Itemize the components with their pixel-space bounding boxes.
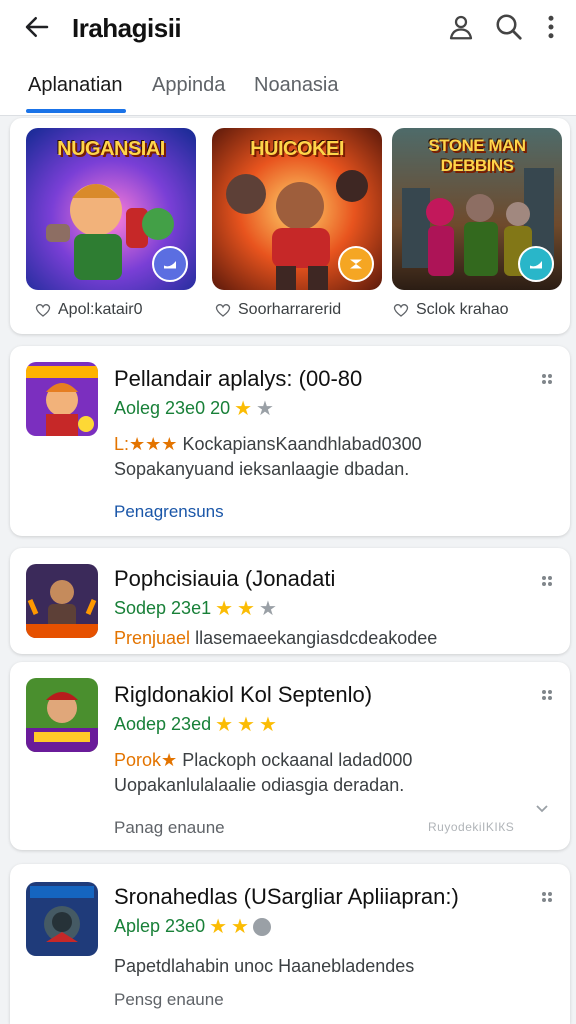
heart-icon[interactable] bbox=[34, 301, 52, 319]
star-grey-icon: ★ bbox=[256, 397, 274, 420]
star-icon: ★ bbox=[215, 597, 234, 620]
app-title: Rigldonakiol Kol Septenlo) bbox=[114, 682, 373, 707]
app-list-card-2[interactable]: Pophcisiauia (Jonadati Sodep 23e1 ★ ★ ★ … bbox=[10, 548, 570, 654]
app-description: Prenjuael llasemaeekangiasdcdeakodee bbox=[114, 628, 437, 649]
app-thumbnail bbox=[26, 678, 98, 752]
featured-label-text: Apol:katair0 bbox=[58, 301, 143, 318]
app-list-card-3[interactable]: Rigldonakiol Kol Septenlo) Aodep 23ed ★ … bbox=[10, 662, 570, 850]
star-icon: ★ bbox=[231, 915, 249, 938]
desc-prefix: L:★★★ bbox=[114, 434, 178, 454]
rating-dot-icon bbox=[252, 917, 271, 936]
tab-appinda[interactable]: Appinda bbox=[152, 74, 225, 97]
app-meta: Aoleg 23e0 20 ★ ★ bbox=[114, 398, 274, 419]
featured-carousel: NUGANSIAI HUICOKEI STONE MAN DEBBINS Apo… bbox=[10, 118, 570, 334]
desc-line-1: Papetdlahabin unoc Haanebladendes bbox=[114, 956, 415, 976]
meta-text: Aplep 23e0 bbox=[114, 916, 206, 936]
featured-card-1[interactable]: NUGANSIAI bbox=[26, 128, 196, 290]
featured-banner-3: STONE MAN DEBBINS bbox=[428, 136, 526, 175]
account-icon[interactable] bbox=[446, 12, 476, 42]
desc-prefix: Porok★ bbox=[114, 750, 178, 770]
meta-text: Aoleg 23e0 20 bbox=[114, 398, 231, 418]
featured-label-1[interactable]: Apol:katair0 bbox=[34, 301, 143, 319]
tab-indicator bbox=[26, 109, 126, 113]
featured-label-2[interactable]: Soorharrarerid bbox=[214, 301, 341, 319]
featured-card-2[interactable]: HUICOKEI bbox=[212, 128, 382, 290]
featured-label-text: Sclok krahao bbox=[416, 301, 509, 318]
more-link[interactable]: Pensg enaune bbox=[114, 990, 224, 1010]
heart-icon[interactable] bbox=[392, 301, 410, 319]
star-icon: ★ bbox=[237, 713, 255, 736]
more-vert-icon[interactable] bbox=[536, 12, 566, 42]
star-icon: ★ bbox=[215, 713, 234, 736]
badge-icon bbox=[152, 246, 188, 282]
app-list-card-4[interactable]: Sronahedlas (USargliar Apliiapran:) Aple… bbox=[10, 864, 570, 1024]
desc-line-2: Uopakanlulalaalie odiasgia deradan. bbox=[114, 775, 405, 795]
search-icon[interactable] bbox=[494, 12, 524, 42]
badge-icon bbox=[518, 246, 554, 282]
featured-label-3[interactable]: Sclok krahao bbox=[392, 301, 509, 319]
star-grey-icon: ★ bbox=[258, 597, 277, 620]
desc-prefix: Prenjuael bbox=[114, 628, 191, 648]
more-link[interactable]: Panag enaune bbox=[114, 818, 225, 838]
star-icon: ★ bbox=[237, 597, 255, 620]
watermark-text: RuyodekіІKIКS bbox=[428, 820, 515, 834]
meta-text: Sodep 23e1 bbox=[114, 598, 212, 618]
badge-icon bbox=[338, 246, 374, 282]
desc-line-1: Plackoph ockaanal ladad000 bbox=[182, 750, 413, 770]
heart-icon[interactable] bbox=[214, 301, 232, 319]
arrow-left-icon[interactable] bbox=[22, 12, 52, 42]
chevron-down-icon[interactable] bbox=[534, 800, 550, 816]
app-title: Pophcisiauia (Jonadati bbox=[114, 566, 336, 591]
tab-noanasia[interactable]: Noanasia bbox=[254, 74, 339, 97]
app-meta: Aplep 23e0 ★ ★ bbox=[114, 916, 271, 937]
featured-banner-1: NUGANSIAI bbox=[57, 138, 165, 160]
app-list-card-1[interactable]: Pellandair aplalys: (00-80 Aoleg 23e0 20… bbox=[10, 346, 570, 536]
star-icon: ★ bbox=[209, 915, 228, 938]
desc-line-1: llasemaeekangiasdcdeakodee bbox=[195, 628, 438, 648]
app-meta: Aodep 23ed ★ ★ ★ bbox=[114, 714, 277, 735]
page-title: Irahagisii bbox=[72, 13, 182, 43]
tab-aplanatian[interactable]: Aplanatian bbox=[28, 74, 123, 97]
app-meta: Sodep 23e1 ★ ★ ★ bbox=[114, 598, 277, 619]
meta-text: Aodep 23ed bbox=[114, 714, 212, 734]
drag-handle-icon[interactable] bbox=[540, 890, 554, 904]
app-description: L:★★★ KockapiansKaandhlabad0300 bbox=[114, 434, 422, 455]
star-icon: ★ bbox=[258, 713, 277, 736]
app-title: Sronahedlas (USargliar Apliiapran:) bbox=[114, 884, 459, 909]
app-title: Pellandair aplalys: (00-80 bbox=[114, 366, 363, 391]
drag-handle-icon[interactable] bbox=[540, 372, 554, 386]
drag-handle-icon[interactable] bbox=[540, 574, 554, 588]
app-thumbnail bbox=[26, 362, 98, 436]
desc-line-2: Sopakanyuand ieksanlaagie dbadan. bbox=[114, 459, 410, 479]
featured-label-text: Soorharrarerid bbox=[238, 301, 342, 318]
app-thumbnail bbox=[26, 882, 98, 956]
app-bar: Irahagisii bbox=[0, 0, 576, 56]
tab-bar: Aplanatian Appinda Noanasia bbox=[0, 56, 576, 116]
app-description: Porok★ Plackoph ockaanal ladad000 bbox=[114, 750, 412, 771]
star-icon: ★ bbox=[234, 397, 253, 420]
featured-card-3[interactable]: STONE MAN DEBBINS bbox=[392, 128, 562, 290]
more-link[interactable]: Penagrensuns bbox=[114, 502, 224, 522]
desc-line-1: KockapiansKaandhlabad0300 bbox=[182, 434, 422, 454]
app-thumbnail bbox=[26, 564, 98, 638]
featured-banner-2: HUICOKEI bbox=[250, 138, 344, 160]
drag-handle-icon[interactable] bbox=[540, 688, 554, 702]
